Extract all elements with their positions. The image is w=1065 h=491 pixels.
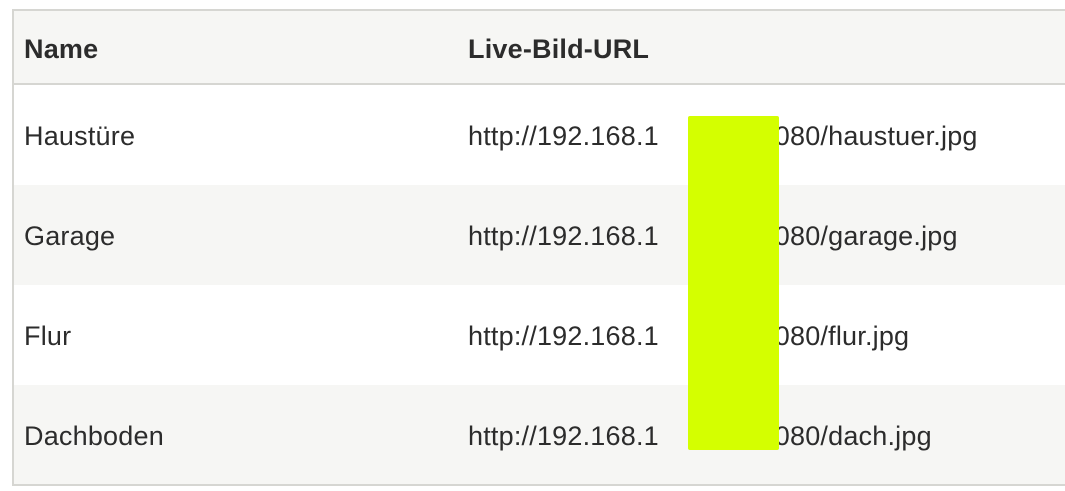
url-suffix: :8080/haustuer.jpg (751, 121, 978, 151)
row-name: Flur (24, 321, 72, 351)
table-row: Garage http://192.168.1 :8080/garage.jpg (14, 185, 1065, 285)
redaction-overlay (688, 116, 779, 450)
row-name: Garage (24, 221, 116, 251)
row-name: Dachboden (24, 421, 164, 451)
page: Name Live-Bild-URL Haustüre http://192.1… (0, 0, 1065, 491)
url-suffix: :8080/garage.jpg (751, 221, 958, 251)
row-name: Haustüre (24, 121, 136, 151)
column-header-live-url: Live-Bild-URL (468, 34, 650, 64)
table-header-row: Name Live-Bild-URL (14, 11, 1065, 85)
table-row: Flur http://192.168.1:8080/flur.jpg (14, 285, 1065, 385)
table-row: Dachboden http://192.168.1:8080/dach.jpg (14, 385, 1065, 484)
url-prefix: http://192.168.1 (468, 221, 659, 251)
url-prefix: http://192.168.1 (468, 421, 659, 451)
url-prefix: http://192.168.1 (468, 121, 659, 151)
camera-url-table: Name Live-Bild-URL Haustüre http://192.1… (12, 9, 1065, 486)
url-prefix: http://192.168.1 (468, 321, 659, 351)
column-header-name: Name (24, 34, 99, 64)
table-row: Haustüre http://192.168.1 :8080/haustuer.… (14, 85, 1065, 185)
